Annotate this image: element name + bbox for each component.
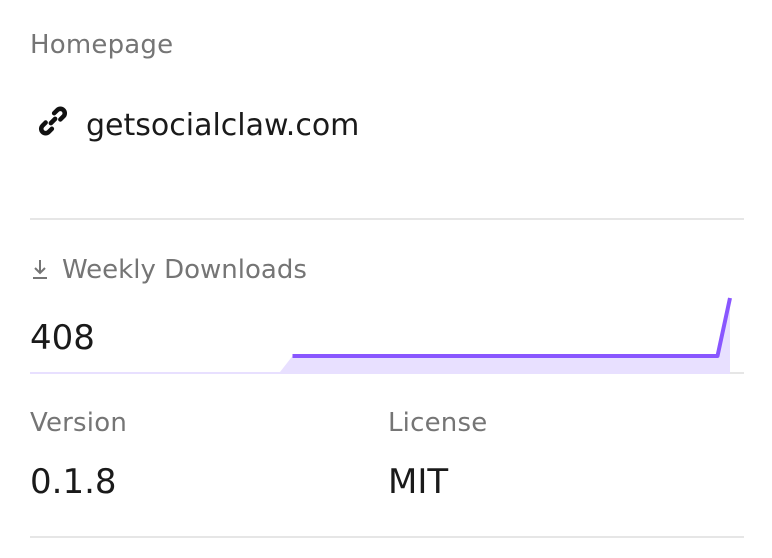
downloads-header: Weekly Downloads [30, 255, 307, 285]
download-icon [33, 260, 47, 279]
license-value: MIT [388, 462, 449, 502]
sparkline-line [292, 297, 732, 358]
divider [730, 372, 744, 374]
divider [30, 218, 744, 220]
divider [30, 536, 744, 538]
license-label: License [388, 408, 488, 438]
homepage-label: Homepage [30, 30, 174, 60]
downloads-sparkline [30, 297, 732, 374]
homepage-link[interactable]: getsocialclaw.com [86, 108, 359, 143]
version-label: Version [30, 408, 128, 438]
sparkline-area [30, 298, 730, 374]
link-icon [39, 106, 67, 136]
downloads-label: Weekly Downloads [62, 255, 307, 285]
downloads-count: 408 [30, 318, 95, 358]
version-value: 0.1.8 [30, 462, 117, 502]
